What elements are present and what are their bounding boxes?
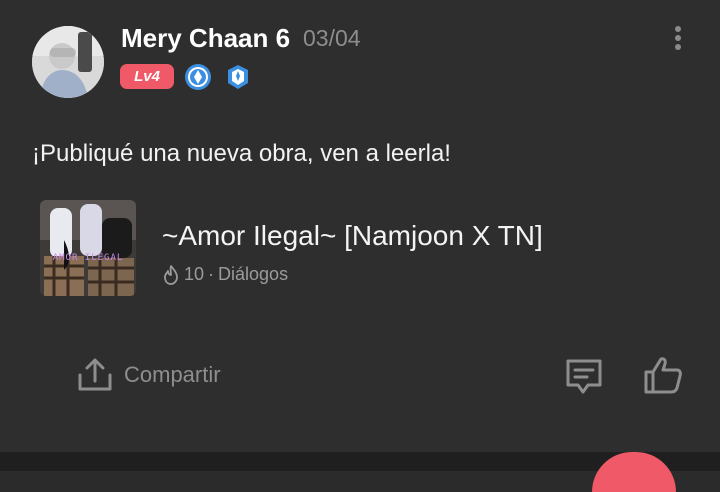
comment-icon: [566, 359, 602, 394]
blue-shield-badge-icon: [224, 63, 252, 91]
share-button[interactable]: Compartir: [76, 357, 221, 393]
thumbs-up-icon: [644, 357, 682, 394]
author-name[interactable]: Mery Chaan 6: [121, 23, 290, 54]
flame-icon: [164, 264, 178, 285]
post-date: 03/04: [303, 25, 361, 51]
level-badge: Lv4: [120, 64, 174, 89]
share-upload-icon: [78, 358, 112, 391]
more-vert-icon: [675, 26, 681, 50]
meta-separator: ·: [208, 264, 215, 284]
post-text: ¡Publiqué una nueva obra, ven a leerla!: [32, 140, 451, 167]
avatar[interactable]: [32, 26, 104, 98]
work-card[interactable]: AMOR ILEGAL ~Amor Ilegal~ [Namjoon X TN]…: [40, 200, 680, 298]
more-options-button[interactable]: [668, 24, 688, 52]
blue-drop-badge-icon: [184, 63, 212, 91]
work-category: Diálogos: [218, 264, 289, 284]
work-views: 10: [184, 264, 205, 284]
work-meta: 10 · Diálogos: [162, 264, 288, 285]
comment-button[interactable]: [563, 356, 605, 398]
svg-text:AMOR ILEGAL: AMOR ILEGAL: [53, 253, 124, 263]
avatar-image: [32, 26, 104, 98]
work-cover-image[interactable]: AMOR ILEGAL: [40, 200, 136, 296]
share-label: Compartir: [124, 362, 221, 387]
like-button[interactable]: [642, 354, 684, 396]
post-card: Mery Chaan 6 03/04 Lv4 ¡Publiqué una nue…: [0, 0, 720, 452]
work-title[interactable]: ~Amor Ilegal~ [Namjoon X TN]: [162, 220, 543, 252]
